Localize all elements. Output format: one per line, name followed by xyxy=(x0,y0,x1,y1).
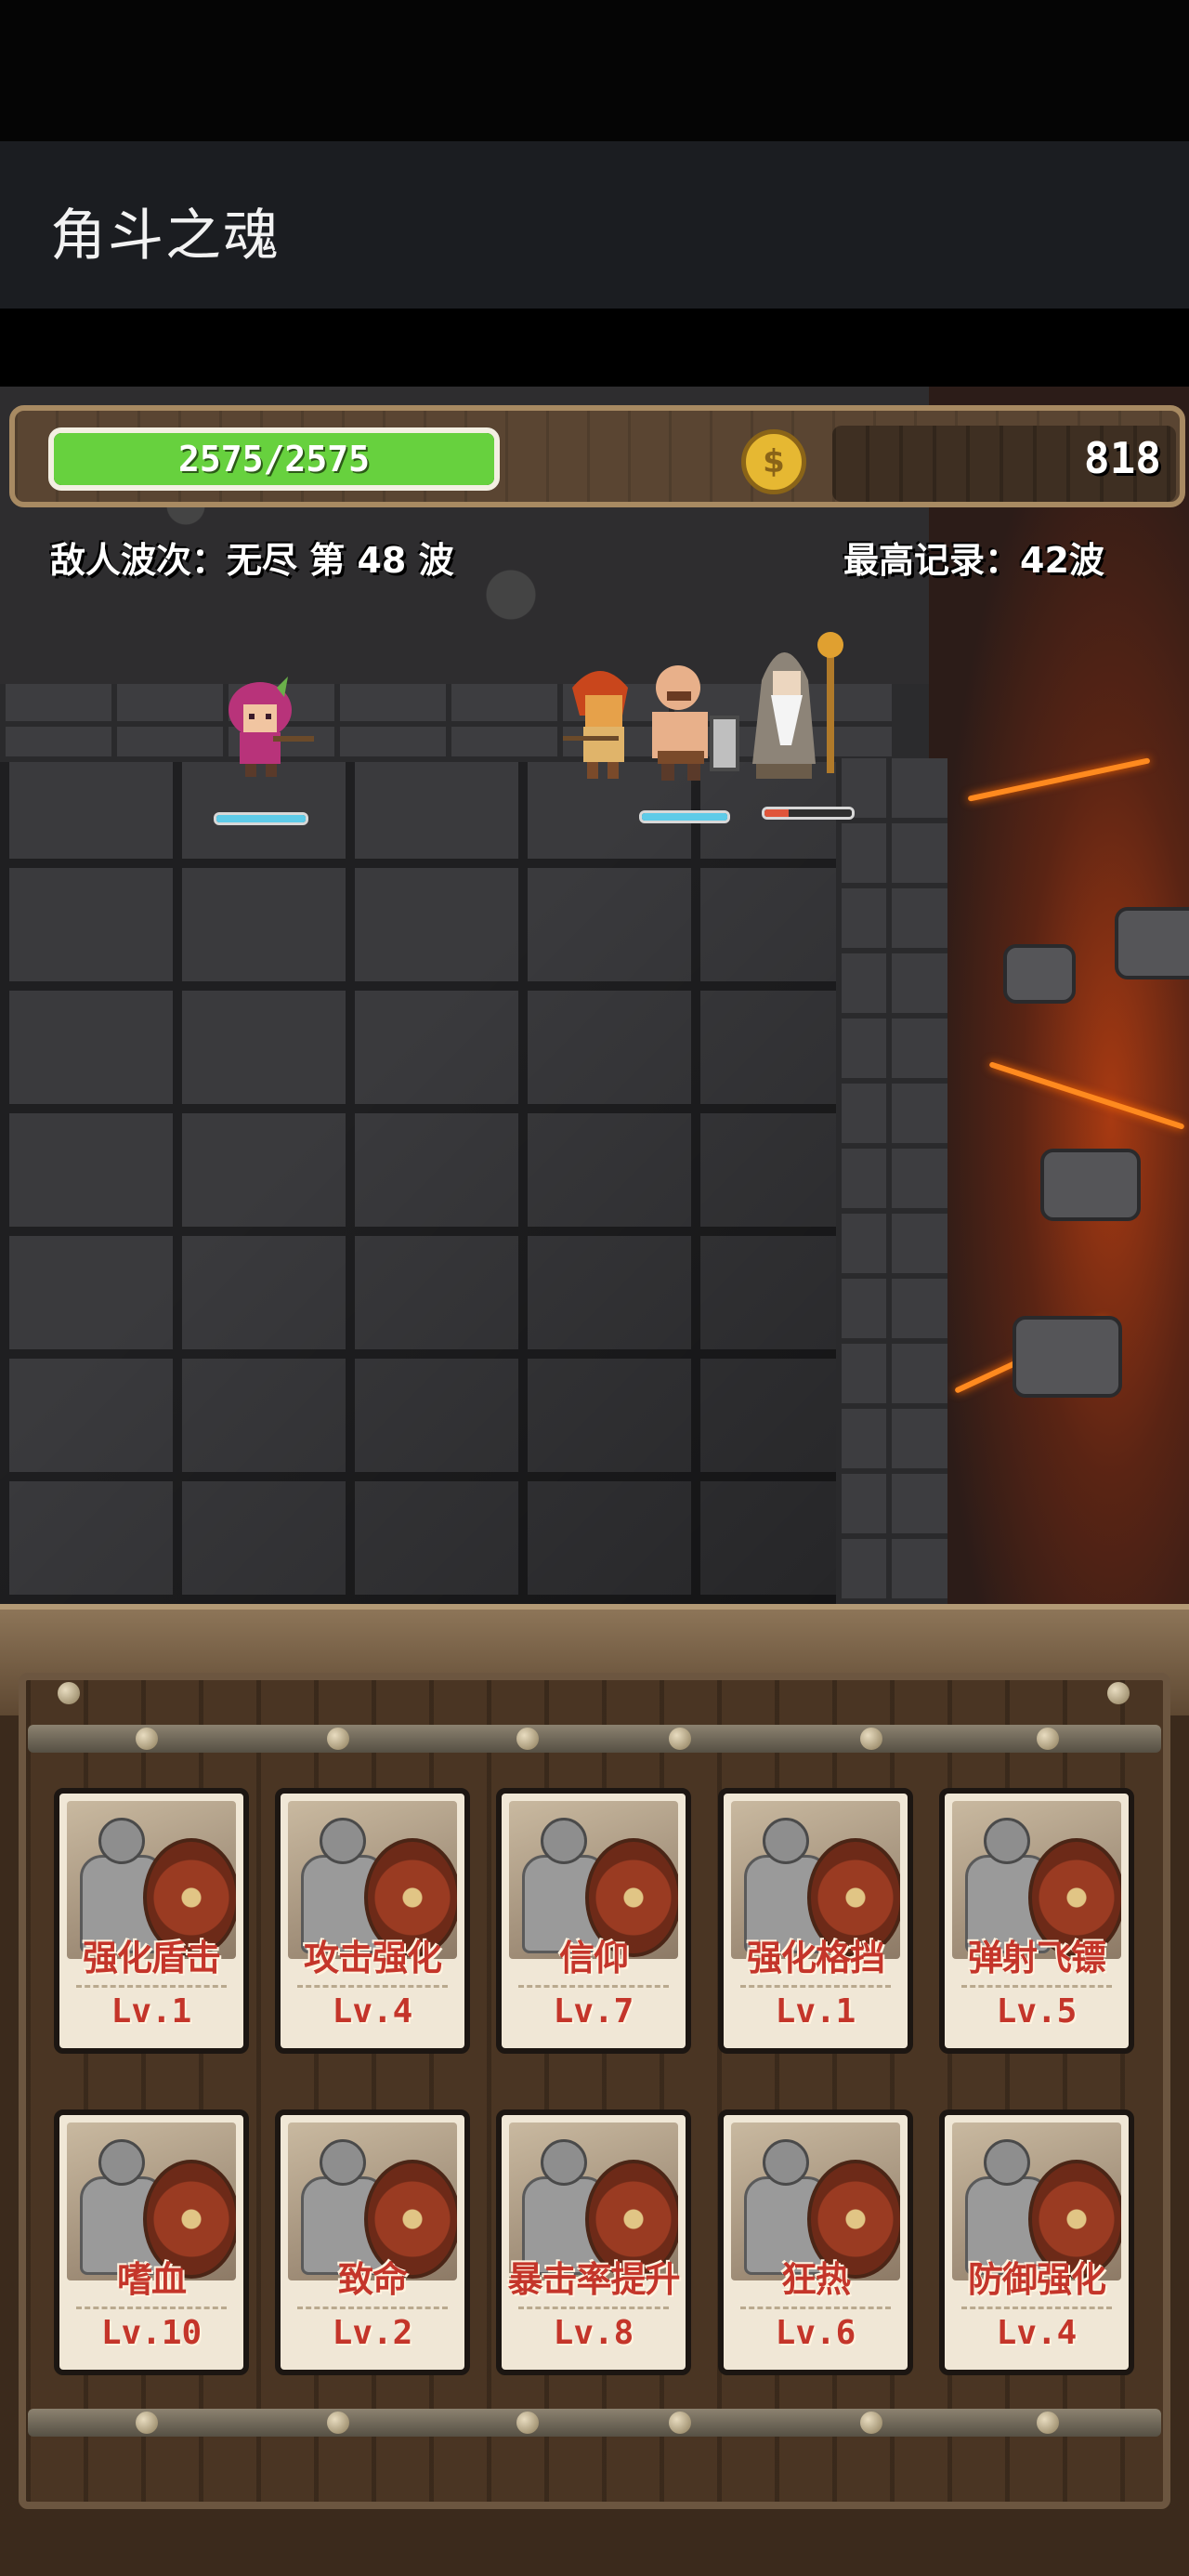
card-divider xyxy=(518,2307,669,2309)
skill-card-level: Lv.5 xyxy=(996,1992,1078,2031)
card-divider xyxy=(297,2307,448,2309)
right-wall xyxy=(836,758,947,1604)
skill-card-name: 致命 xyxy=(337,2259,408,2300)
card-divider xyxy=(961,1985,1112,1988)
panel-rail-bottom xyxy=(28,2409,1161,2437)
rivet-icon xyxy=(136,1728,158,1750)
status-bar xyxy=(0,0,1189,141)
rivet-icon xyxy=(1107,1682,1130,1704)
skill-card-level: Lv.4 xyxy=(996,2314,1078,2352)
rivet-icon xyxy=(1037,1728,1059,1750)
card-divider xyxy=(961,2307,1112,2309)
skill-card[interactable]: 暴击率提升 Lv.8 xyxy=(496,2109,691,2375)
skill-card[interactable]: 信仰 Lv.7 xyxy=(496,1788,691,2054)
skill-card-level: Lv.4 xyxy=(332,1992,413,2031)
card-divider xyxy=(297,1985,448,1988)
skill-card-name: 强化格挡 xyxy=(746,1938,885,1978)
skill-card-name: 暴击率提升 xyxy=(507,2259,680,2300)
top-spacer xyxy=(0,309,1189,387)
card-divider xyxy=(740,2307,891,2309)
skill-card-name: 狂热 xyxy=(780,2259,851,2300)
rivet-icon xyxy=(58,1682,80,1704)
card-divider xyxy=(76,1985,227,1988)
skill-card-name: 信仰 xyxy=(558,1938,629,1978)
skill-card-name: 强化盾击 xyxy=(82,1938,221,1978)
brute-hp-bar xyxy=(639,810,730,823)
floor-shadow xyxy=(0,762,836,1604)
spartan-enemy[interactable] xyxy=(563,660,647,781)
skill-card[interactable]: 嗜血 Lv.10 xyxy=(54,2109,249,2375)
record-text: 最高记录：42波 xyxy=(843,540,1104,581)
card-divider xyxy=(76,2307,227,2309)
rivet-icon xyxy=(136,2412,158,2434)
rivet-icon xyxy=(860,1728,882,1750)
skill-card[interactable]: 强化格挡 Lv.1 xyxy=(718,1788,913,2054)
skill-card-name: 嗜血 xyxy=(116,2259,187,2300)
skill-card[interactable]: 攻击强化 Lv.4 xyxy=(275,1788,470,2054)
rivet-icon xyxy=(669,2412,691,2434)
card-divider xyxy=(518,1985,669,1988)
rivet-icon xyxy=(669,1728,691,1750)
panel-rail-top xyxy=(28,1725,1161,1753)
skill-card-level: Lv.10 xyxy=(100,2314,203,2352)
rivet-icon xyxy=(1037,2412,1059,2434)
skill-card[interactable]: 弹射飞镖 Lv.5 xyxy=(939,1788,1134,2054)
rivet-icon xyxy=(516,2412,539,2434)
skill-card-level: Lv.1 xyxy=(111,1992,192,2031)
skill-card-level: Lv.1 xyxy=(775,1992,856,2031)
rivet-icon xyxy=(516,1728,539,1750)
wizard-hp-bar xyxy=(762,807,855,820)
brute-enemy[interactable] xyxy=(639,662,741,782)
coin-count: 818 xyxy=(1083,433,1161,483)
rivet-icon xyxy=(860,2412,882,2434)
skill-card-level: Lv.8 xyxy=(553,2314,634,2352)
skill-card-name: 弹射飞镖 xyxy=(967,1938,1106,1978)
app-title: 角斗之魂 xyxy=(50,204,281,269)
skill-card-level: Lv.2 xyxy=(332,2314,413,2352)
rivet-icon xyxy=(327,2412,349,2434)
skill-card-name: 攻击强化 xyxy=(303,1938,442,1978)
card-divider xyxy=(740,1985,891,1988)
skill-card[interactable]: 狂热 Lv.6 xyxy=(718,2109,913,2375)
wizard-enemy[interactable] xyxy=(743,624,855,782)
coin-icon: $ xyxy=(741,429,806,494)
skill-card-name: 防御强化 xyxy=(967,2259,1106,2300)
archer-hero[interactable] xyxy=(212,677,318,779)
game-scene[interactable]: 2575/2575 $ 818 敌人波次：无尽 第 48 波 最高记录：42波 xyxy=(0,387,1189,1604)
skill-card[interactable]: 致命 Lv.2 xyxy=(275,2109,470,2375)
archer-hp-bar xyxy=(214,812,308,825)
hp-text: 2575/2575 xyxy=(178,439,370,480)
skill-card-level: Lv.6 xyxy=(775,2314,856,2352)
skill-card-level: Lv.7 xyxy=(553,1992,634,2031)
skill-card[interactable]: 强化盾击 Lv.1 xyxy=(54,1788,249,2054)
player-hp-bar: 2575/2575 xyxy=(48,427,500,491)
rivet-icon xyxy=(327,1728,349,1750)
wave-text: 敌人波次：无尽 第 48 波 xyxy=(50,540,454,581)
skill-card[interactable]: 防御强化 Lv.4 xyxy=(939,2109,1134,2375)
